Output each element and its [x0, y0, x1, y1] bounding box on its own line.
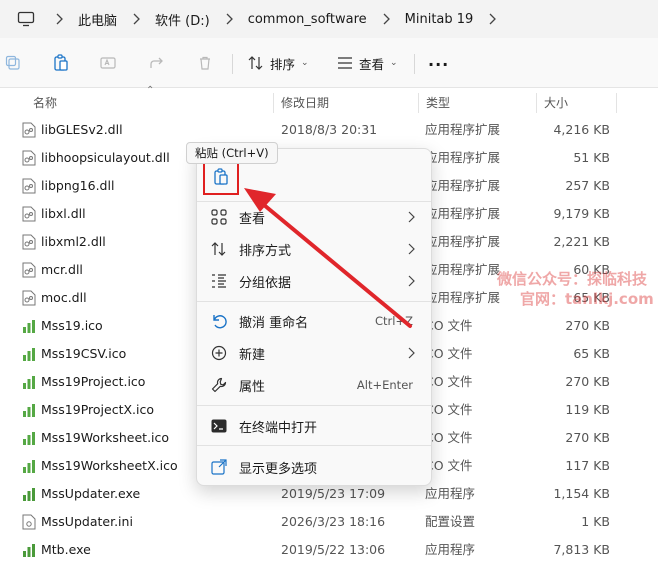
red-arrow-annotation	[244, 188, 412, 328]
arrow-shaft	[256, 198, 412, 328]
